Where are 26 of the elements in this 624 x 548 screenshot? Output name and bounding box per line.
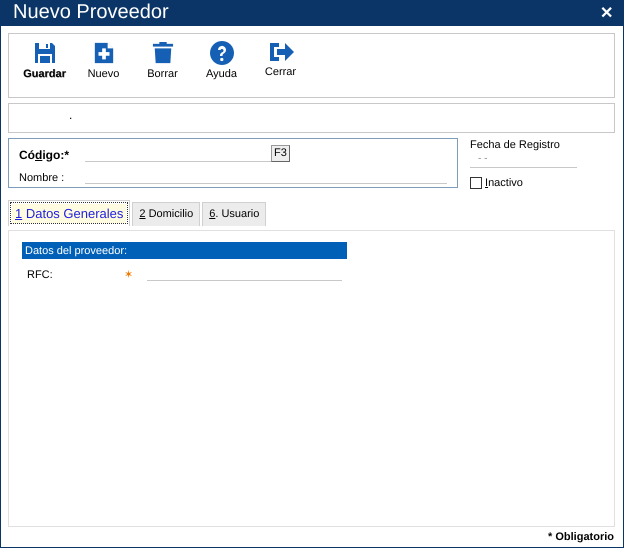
exit-arrow-icon [268,40,294,63]
required-icon: ✶ [124,268,147,281]
tab[interactable]: 2 Domicilio [132,202,200,226]
tab[interactable]: 6. Usuario [202,202,266,226]
field-label: Código:* [19,148,70,162]
close-button[interactable]: ✕ [598,2,615,23]
trash-icon [152,40,174,65]
field-label: Fecha de Registro [470,138,561,151]
toolbar-button[interactable]: Nuevo [74,40,133,80]
window-title: Nuevo Proveedor [13,1,169,24]
toolbar-button[interactable]: Guardar [15,40,74,80]
checkbox[interactable] [470,176,482,189]
toolbar-button[interactable]: Cerrar [251,40,310,78]
toolbar-button[interactable]: Borrar [133,40,192,80]
field-label: RFC: [27,268,54,281]
toolbar-button[interactable]: Ayuda [192,40,251,80]
new-document-icon [92,40,114,65]
lookup-button[interactable]: F3 [271,144,290,162]
tab[interactable]: 1 Datos Generales [8,200,130,226]
help-icon [210,40,234,65]
section-header: Datos del proveedor: [22,242,347,259]
info-text: . [69,108,72,122]
field-label: Nombre : [19,172,66,184]
checkbox-label[interactable]: Inactivo [485,176,523,189]
date-field[interactable]: - - [470,152,577,168]
required-note: * Obligatorio [548,530,614,543]
